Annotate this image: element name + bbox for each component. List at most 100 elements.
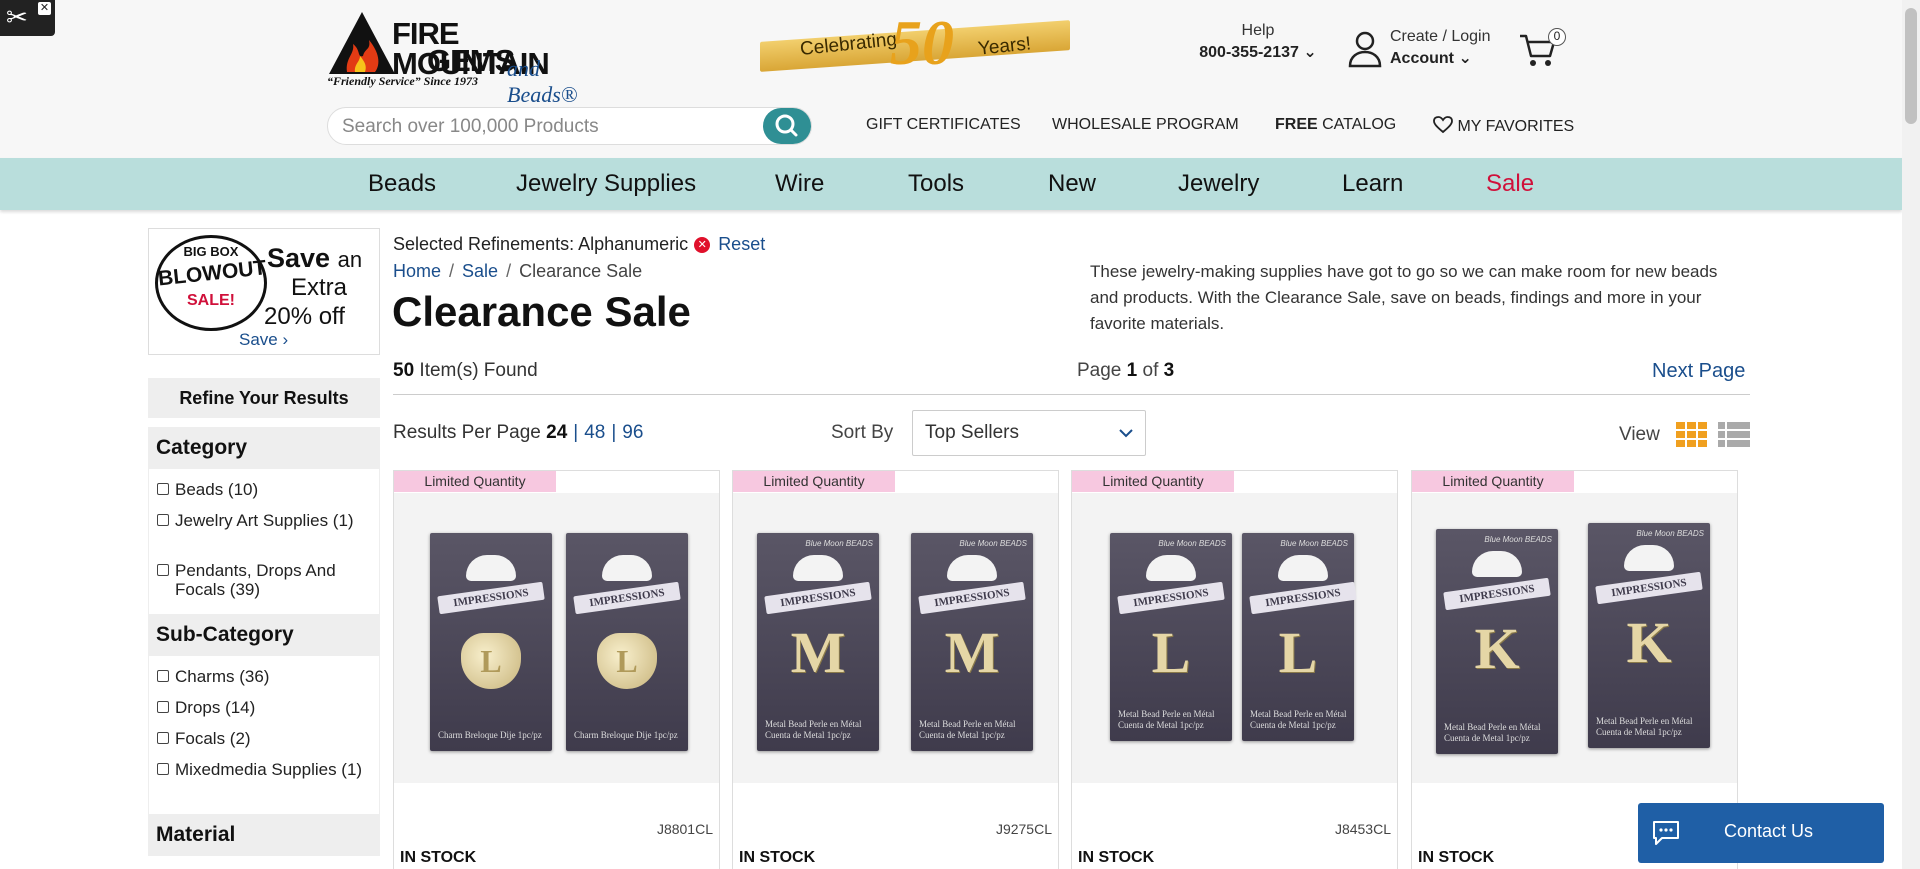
- bead-letter: L: [1278, 620, 1318, 685]
- nav-new[interactable]: New: [1048, 170, 1096, 198]
- package-front: Blue Moon BEADS IMPRESSIONS M Metal Bead…: [757, 533, 879, 751]
- checkbox[interactable]: [157, 670, 169, 682]
- help-menu[interactable]: Help 800-355-2137 ⌄: [1198, 22, 1318, 62]
- cart-button[interactable]: 0: [1518, 26, 1570, 70]
- anniversary-banner: Celebrating 50 Years!: [760, 10, 1070, 80]
- impressions-banner: IMPRESSIONS: [1249, 581, 1357, 615]
- checkbox[interactable]: [157, 701, 169, 713]
- contact-us-button[interactable]: Contact Us: [1638, 803, 1884, 863]
- product-image[interactable]: Blue Moon BEADS IMPRESSIONS K Metal Bead…: [1412, 493, 1737, 783]
- breadcrumb-sale[interactable]: Sale: [462, 261, 498, 281]
- product-card[interactable]: Limited Quantity IMPRESSIONS L Charm Bre…: [393, 470, 720, 869]
- free-catalog-link[interactable]: FREE CATALOG: [1275, 116, 1396, 134]
- sort-select[interactable]: Top Sellers: [912, 410, 1146, 456]
- product-card[interactable]: Limited Quantity Blue Moon BEADS IMPRESS…: [732, 470, 1059, 869]
- checkbox[interactable]: [157, 514, 169, 526]
- account-text: Account: [1390, 50, 1454, 67]
- product-image[interactable]: IMPRESSIONS L Charm Breloque Dije 1pc/pz…: [394, 493, 719, 783]
- limited-quantity-badge: Limited Quantity: [1072, 471, 1234, 492]
- package-front: IMPRESSIONS L Charm Breloque Dije 1pc/pz: [430, 533, 552, 751]
- checkbox[interactable]: [157, 732, 169, 744]
- main-nav: Beads Jewelry Supplies Wire Tools New Je…: [0, 158, 1902, 210]
- wholesale-program-link[interactable]: WHOLESALE PROGRAM: [1052, 116, 1239, 134]
- facet-label: Charms (36): [175, 667, 270, 686]
- product-image[interactable]: Blue Moon BEADS IMPRESSIONS L Metal Bead…: [1072, 493, 1397, 783]
- impressions-banner: IMPRESSIONS: [1443, 577, 1551, 611]
- nav-learn[interactable]: Learn: [1342, 170, 1403, 198]
- search-input[interactable]: [342, 114, 742, 140]
- my-favorites-link[interactable]: MY FAVORITES: [1433, 116, 1574, 136]
- nav-jewelry[interactable]: Jewelry: [1178, 170, 1259, 198]
- charm-letter: L: [480, 643, 502, 679]
- page-current: 1: [1126, 360, 1138, 381]
- facet-label: Pendants, Drops And Focals (39): [175, 561, 336, 599]
- chevron-down-icon: [1119, 429, 1133, 438]
- promo-extra-text: Extra: [291, 274, 348, 301]
- category-facet-header[interactable]: Category: [148, 427, 380, 469]
- favorites-text: MY FAVORITES: [1457, 118, 1575, 135]
- package-back: Blue Moon BEADS IMPRESSIONS L Metal Bead…: [1242, 533, 1357, 741]
- remove-refinement-icon[interactable]: ✕: [694, 237, 711, 253]
- subcategory-facet-header[interactable]: Sub-Category: [148, 614, 380, 656]
- list-view-icon[interactable]: [1718, 422, 1750, 448]
- brand-name-line3: and Beads®: [507, 56, 578, 107]
- product-card[interactable]: Limited Quantity Blue Moon BEADS IMPRESS…: [1071, 470, 1398, 869]
- stock-status: IN STOCK: [400, 849, 477, 866]
- nav-beads[interactable]: Beads: [368, 170, 436, 198]
- material-facet-header[interactable]: Material: [148, 814, 380, 856]
- package-hole: [947, 555, 997, 581]
- refinement-value: Alphanumeric: [578, 234, 689, 254]
- gift-certificates-link[interactable]: GIFT CERTIFICATES: [866, 116, 1021, 134]
- breadcrumb-home[interactable]: Home: [393, 261, 441, 281]
- package-hole: [1624, 545, 1674, 571]
- limited-quantity-badge: Limited Quantity: [394, 471, 556, 492]
- checkbox[interactable]: [157, 564, 169, 576]
- product-image[interactable]: Blue Moon BEADS IMPRESSIONS M Metal Bead…: [733, 493, 1058, 783]
- package-foot-text: Metal Bead Perle en Métal Cuenta de Meta…: [1444, 722, 1541, 743]
- close-icon[interactable]: ✕: [38, 2, 51, 15]
- bead-letter: M: [944, 620, 1000, 685]
- package-hole: [466, 555, 516, 581]
- impressions-banner: IMPRESSIONS: [573, 581, 681, 615]
- cart-count-badge: 0: [1548, 28, 1566, 46]
- impressions-banner: IMPRESSIONS: [1595, 571, 1703, 605]
- package-foot-text: Metal Bead Perle en Métal Cuenta de Meta…: [1118, 709, 1215, 730]
- facet-label: Drops (14): [175, 698, 256, 717]
- free-text: FREE: [1275, 116, 1318, 133]
- brand-tag: Blue Moon BEADS: [1636, 529, 1704, 538]
- page-scrollbar[interactable]: [1902, 0, 1920, 869]
- big-box-text: BIG BOX: [183, 244, 239, 259]
- per-page-48[interactable]: 48: [584, 422, 605, 443]
- impressions-banner: IMPRESSIONS: [918, 581, 1026, 615]
- results-count: 50 Item(s) Found: [393, 360, 538, 382]
- refine-results-header: Refine Your Results: [148, 378, 380, 418]
- product-sku: J9275CL: [995, 821, 1052, 837]
- search-button[interactable]: [763, 108, 811, 144]
- fifty-text: 50: [890, 7, 954, 78]
- grid-view-icon[interactable]: [1676, 422, 1708, 448]
- heart-icon: [1433, 116, 1453, 134]
- facet-label: Jewelry Art Supplies (1): [175, 511, 354, 530]
- nav-jewelry-supplies[interactable]: Jewelry Supplies: [516, 170, 696, 198]
- nav-sale[interactable]: Sale: [1486, 170, 1534, 198]
- scrollbar-thumb[interactable]: [1905, 8, 1917, 124]
- site-logo[interactable]: FIRE MOUNTAIN GEMS and Beads® “Friendly …: [327, 10, 612, 107]
- brand-tag: Blue Moon BEADS: [805, 539, 873, 548]
- nav-wire[interactable]: Wire: [775, 170, 824, 198]
- breadcrumb-separator: /: [449, 261, 455, 281]
- per-page-label: Results Per Page: [393, 422, 541, 443]
- nav-tools[interactable]: Tools: [908, 170, 964, 198]
- checkbox[interactable]: [157, 483, 169, 495]
- breadcrumb-separator: /: [506, 261, 512, 281]
- tools-badge[interactable]: ✂ ✕: [0, 0, 55, 36]
- blowout-sale-promo[interactable]: BIG BOX BLOWOUT SALE! Save an Extra 20% …: [148, 228, 380, 355]
- package-hole: [1278, 555, 1328, 581]
- next-page-link[interactable]: Next Page: [1652, 360, 1745, 383]
- stock-status: IN STOCK: [1078, 849, 1155, 866]
- heart-charm: L: [597, 633, 657, 689]
- checkbox[interactable]: [157, 763, 169, 775]
- account-menu[interactable]: Create / Login Account ⌄: [1348, 26, 1498, 70]
- per-page-96[interactable]: 96: [622, 422, 643, 443]
- reset-link[interactable]: Reset: [718, 234, 765, 254]
- promo-save-link[interactable]: Save ›: [239, 330, 288, 350]
